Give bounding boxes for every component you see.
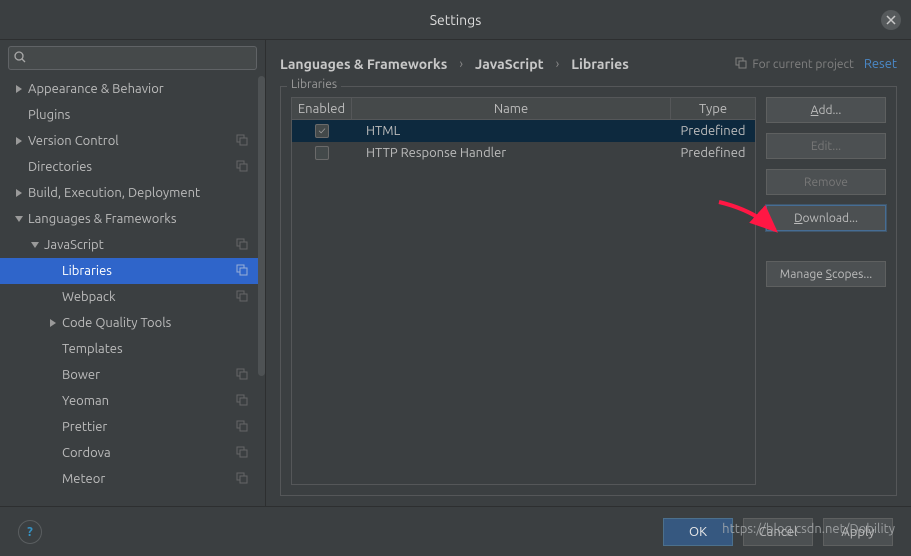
chevron-right-icon xyxy=(48,319,58,327)
copy-icon xyxy=(236,160,248,175)
copy-icon xyxy=(236,264,248,279)
tree-item-build-execution-deployment[interactable]: Build, Execution, Deployment xyxy=(0,180,258,206)
enabled-checkbox[interactable] xyxy=(315,124,329,138)
copy-icon xyxy=(236,238,248,253)
group-label: Libraries xyxy=(287,78,341,91)
crumb-1[interactable]: JavaScript xyxy=(475,56,544,72)
scrollbar[interactable] xyxy=(258,76,265,376)
tree-item-meteor[interactable]: Meteor xyxy=(0,466,258,492)
tree-item-label: Cordova xyxy=(62,446,258,460)
tree-item-label: Yeoman xyxy=(62,394,258,408)
enabled-checkbox[interactable] xyxy=(315,146,329,160)
libraries-table: Enabled Name Type HTMLPredefinedHTTP Res… xyxy=(291,97,756,485)
copy-icon xyxy=(236,134,248,149)
chevron-right-icon xyxy=(14,85,24,93)
tree-item-javascript[interactable]: JavaScript xyxy=(0,232,258,258)
tree-item-label: JavaScript xyxy=(44,238,258,252)
tree-item-languages-frameworks[interactable]: Languages & Frameworks xyxy=(0,206,258,232)
crumb-2[interactable]: Libraries xyxy=(571,56,629,72)
tree-item-label: Directories xyxy=(28,160,258,174)
chevron-right-icon: › xyxy=(459,57,463,71)
cell-type: Predefined xyxy=(671,146,755,160)
table-row[interactable]: HTMLPredefined xyxy=(292,120,755,142)
tree-item-label: Version Control xyxy=(28,134,258,148)
tree-item-templates[interactable]: Templates xyxy=(0,336,258,362)
tree-item-bower[interactable]: Bower xyxy=(0,362,258,388)
add-button[interactable]: Add... xyxy=(766,97,886,123)
search-input[interactable] xyxy=(8,46,257,70)
tree-item-plugins[interactable]: Plugins xyxy=(0,102,258,128)
content-panel: Languages & Frameworks › JavaScript › Li… xyxy=(266,40,911,506)
tree-item-label: Plugins xyxy=(28,108,258,122)
remove-button[interactable]: Remove xyxy=(766,169,886,195)
scope-hint: For current project xyxy=(735,57,854,72)
cancel-button[interactable]: Cancel xyxy=(743,518,813,546)
tree-item-label: Appearance & Behavior xyxy=(28,82,258,96)
crumb-0[interactable]: Languages & Frameworks xyxy=(280,56,447,72)
copy-icon xyxy=(735,57,747,72)
help-icon: ? xyxy=(27,525,33,539)
edit-button[interactable]: Edit... xyxy=(766,133,886,159)
tree-item-yeoman[interactable]: Yeoman xyxy=(0,388,258,414)
tree-item-label: Meteor xyxy=(62,472,258,486)
chevron-down-icon xyxy=(30,241,40,249)
col-name[interactable]: Name xyxy=(352,98,671,119)
tree-item-label: Webpack xyxy=(62,290,258,304)
chevron-down-icon xyxy=(14,215,24,223)
libraries-group: Libraries Enabled Name Type HTMLPredefin… xyxy=(280,86,897,496)
tree-item-code-quality-tools[interactable]: Code Quality Tools xyxy=(0,310,258,336)
copy-icon xyxy=(236,472,248,487)
breadcrumb: Languages & Frameworks › JavaScript › Li… xyxy=(280,56,725,72)
copy-icon xyxy=(236,420,248,435)
window-title: Settings xyxy=(430,12,482,28)
tree-item-label: Prettier xyxy=(62,420,258,434)
ok-button[interactable]: OK xyxy=(663,518,733,546)
tree-item-libraries[interactable]: Libraries xyxy=(0,258,258,284)
tree-item-label: Bower xyxy=(62,368,258,382)
close-button[interactable] xyxy=(881,10,901,30)
chevron-right-icon xyxy=(14,137,24,145)
apply-button[interactable]: Apply xyxy=(823,518,893,546)
tree-item-cordova[interactable]: Cordova xyxy=(0,440,258,466)
copy-icon xyxy=(236,368,248,383)
cell-name: HTTP Response Handler xyxy=(352,146,671,160)
col-enabled[interactable]: Enabled xyxy=(292,98,352,119)
col-type[interactable]: Type xyxy=(671,98,755,119)
tree-item-prettier[interactable]: Prettier xyxy=(0,414,258,440)
search-icon xyxy=(13,50,27,67)
titlebar: Settings xyxy=(0,0,911,40)
reset-link[interactable]: Reset xyxy=(864,57,897,71)
manage-scopes-button[interactable]: Manage Scopes... xyxy=(766,261,886,287)
dialog-footer: ? OK Cancel Apply xyxy=(0,506,911,556)
tree-item-version-control[interactable]: Version Control xyxy=(0,128,258,154)
copy-icon xyxy=(236,446,248,461)
sidebar: Appearance & Behavior Plugins Version Cont… xyxy=(0,40,266,506)
chevron-right-icon xyxy=(14,189,24,197)
tree-item-label: Languages & Frameworks xyxy=(28,212,258,226)
tree-item-label: Templates xyxy=(62,342,258,356)
tree-item-label: Libraries xyxy=(62,264,258,278)
download-button[interactable]: Download... xyxy=(766,205,886,231)
copy-icon xyxy=(236,394,248,409)
tree-item-directories[interactable]: Directories xyxy=(0,154,258,180)
copy-icon xyxy=(236,290,248,305)
cell-type: Predefined xyxy=(671,124,755,138)
table-header: Enabled Name Type xyxy=(292,98,755,120)
close-icon xyxy=(886,15,896,25)
cell-name: HTML xyxy=(352,124,671,138)
tree-item-label: Code Quality Tools xyxy=(62,316,258,330)
tree-item-appearance-behavior[interactable]: Appearance & Behavior xyxy=(0,76,258,102)
tree-item-label: Build, Execution, Deployment xyxy=(28,186,258,200)
table-row[interactable]: HTTP Response HandlerPredefined xyxy=(292,142,755,164)
tree-item-webpack[interactable]: Webpack xyxy=(0,284,258,310)
chevron-right-icon: › xyxy=(556,57,560,71)
search-box xyxy=(8,46,257,70)
help-button[interactable]: ? xyxy=(18,520,42,544)
settings-tree: Appearance & Behavior Plugins Version Cont… xyxy=(0,76,265,506)
